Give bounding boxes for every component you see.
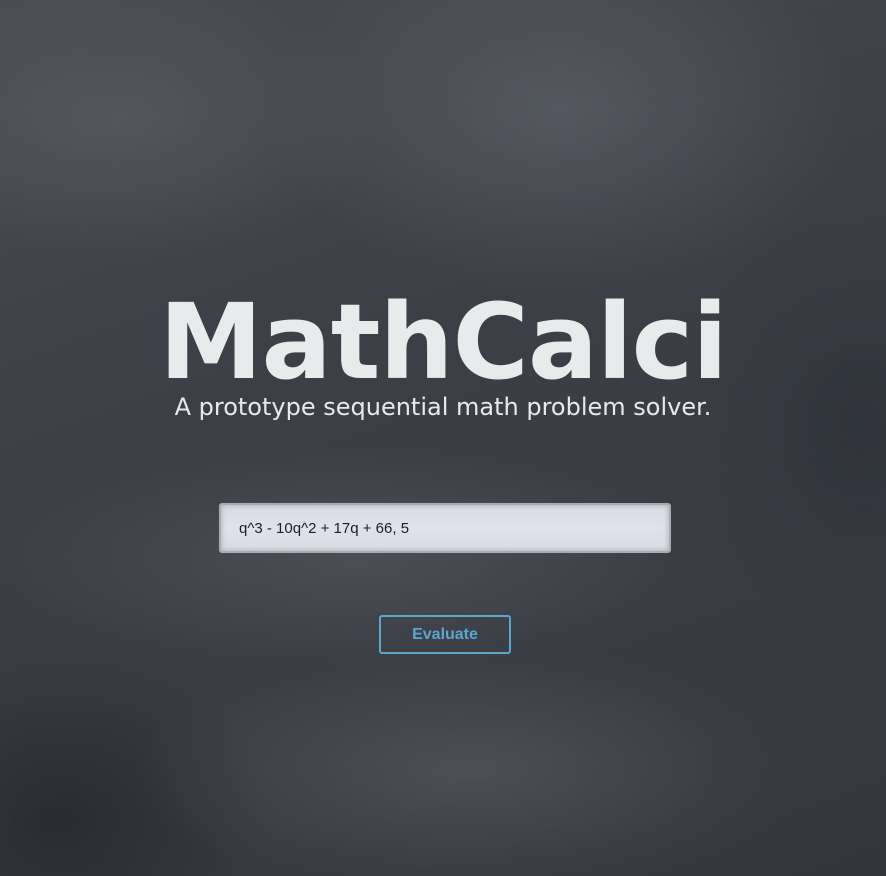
page-title: MathCalci	[159, 280, 728, 403]
page-subtitle: A prototype sequential math problem solv…	[174, 393, 712, 421]
expression-input[interactable]	[219, 503, 671, 553]
evaluate-button[interactable]: Evaluate	[379, 615, 511, 654]
